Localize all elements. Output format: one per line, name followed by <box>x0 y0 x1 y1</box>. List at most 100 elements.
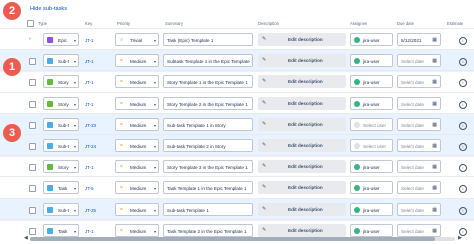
issue-type-select[interactable]: Story ▾ <box>43 160 79 174</box>
row-checkbox[interactable] <box>29 206 36 214</box>
summary-field[interactable]: Sub-task Template 2 in Story <box>163 139 253 152</box>
edit-description-button[interactable]: ✎ Edit description <box>258 54 346 68</box>
issue-key-link[interactable]: JT-23 <box>85 123 96 128</box>
issue-key-link[interactable]: JT-1 <box>85 38 94 43</box>
issue-type-select[interactable]: Sub-t ▾ <box>43 139 79 152</box>
issue-type-select[interactable]: Epic ▾ <box>43 33 79 46</box>
summary-field[interactable]: Story Template 3 in the Epic Template 1 <box>163 160 253 174</box>
edit-description-button[interactable]: ✎ Edit description <box>258 33 346 46</box>
issue-type-select[interactable]: Sub-t ▾ <box>43 54 79 68</box>
row-checkbox[interactable] <box>29 100 36 108</box>
info-icon[interactable]: i <box>459 164 467 173</box>
due-date-picker[interactable]: Select date ▦ <box>397 75 441 89</box>
edit-description-button[interactable]: ✎ Edit description <box>258 75 346 89</box>
column-description[interactable]: Description <box>258 21 279 26</box>
issue-key-link[interactable]: JT-1 <box>85 102 94 107</box>
column-assignee[interactable]: Assignee <box>350 21 367 26</box>
issue-type-select[interactable]: Task ▾ <box>43 223 79 237</box>
issue-key-link[interactable]: JT-25 <box>85 208 96 213</box>
issue-type-select[interactable]: Story ▾ <box>43 96 79 110</box>
row-checkbox[interactable] <box>29 121 36 129</box>
issue-type-select[interactable]: Sub-t ▾ <box>43 202 79 216</box>
due-date-picker[interactable]: Select date ▦ <box>397 223 441 237</box>
assignee-select[interactable]: jira-user <box>350 223 393 237</box>
scrollbar-thumb[interactable] <box>30 237 435 241</box>
summary-field[interactable]: Story Template 2 in the Epic Template 1 <box>163 96 253 110</box>
summary-field[interactable]: Sub-task Template 1 <box>163 202 253 216</box>
assignee-select[interactable]: jira-user <box>350 54 393 68</box>
assignee-select[interactable]: Select user <box>350 117 393 131</box>
priority-select[interactable]: = Medium ▾ <box>115 223 159 237</box>
column-type[interactable]: Type <box>38 21 47 26</box>
issue-type-select[interactable]: Sub-t ▾ <box>43 117 79 131</box>
edit-description-button[interactable]: ✎ Edit description <box>258 117 346 131</box>
priority-select[interactable]: = Medium ▾ <box>115 54 159 68</box>
summary-field[interactable]: Sub-task Template 1 in Story <box>163 117 253 131</box>
issue-key-link[interactable]: JT-5 <box>85 186 94 191</box>
priority-select[interactable]: = Medium ▾ <box>115 75 159 89</box>
priority-select[interactable]: = Medium ▾ <box>115 139 159 152</box>
row-checkbox[interactable] <box>29 227 36 235</box>
issue-key-link[interactable]: JT-1 <box>85 80 94 85</box>
issue-key-link[interactable]: JT-1 <box>85 59 94 64</box>
info-icon[interactable]: i <box>459 58 467 67</box>
column-summary[interactable]: Summary <box>165 21 183 26</box>
column-priority[interactable]: Priority <box>117 21 130 26</box>
column-key[interactable]: Key <box>85 21 92 26</box>
column-due-date[interactable]: Due date <box>397 21 414 26</box>
summary-field[interactable]: Task (Epic) Template 1 <box>163 33 253 46</box>
info-icon[interactable]: i <box>459 37 467 45</box>
issue-key-link[interactable]: JT-1 <box>85 229 94 234</box>
due-date-picker[interactable]: Select date ▦ <box>397 181 441 195</box>
hide-subtasks-link[interactable]: Hide sub-tasks <box>30 6 67 12</box>
edit-description-button[interactable]: ✎ Edit description <box>258 139 346 152</box>
info-icon[interactable]: i <box>459 206 467 215</box>
summary-field[interactable]: Subtask Template 1 in the Epic Template … <box>163 54 253 68</box>
issue-type-select[interactable]: Story ▾ <box>43 75 79 89</box>
info-icon[interactable]: i <box>459 79 467 88</box>
due-date-picker[interactable]: Select date ▦ <box>397 202 441 216</box>
collapse-chevron-icon[interactable]: › <box>29 36 31 42</box>
assignee-select[interactable]: jira-user <box>350 75 393 89</box>
issue-key-link[interactable]: JT-24 <box>85 144 96 149</box>
assignee-select[interactable]: jira-user <box>350 33 393 46</box>
scroll-right-arrow-icon[interactable]: ▶ <box>458 235 462 241</box>
due-date-picker[interactable]: Select date ▦ <box>397 117 441 131</box>
summary-field[interactable]: Task Template 1 in the Epic Template 1 <box>163 181 253 195</box>
assignee-select[interactable]: jira-user <box>350 96 393 110</box>
assignee-select[interactable]: Select user <box>350 139 393 152</box>
info-icon[interactable]: i <box>459 121 467 130</box>
issue-key-link[interactable]: JT-1 <box>85 165 94 170</box>
assignee-select[interactable]: jira-user <box>350 181 393 195</box>
horizontal-scrollbar[interactable] <box>30 237 455 241</box>
summary-field[interactable]: Task Template 2 in the Epic Template 1 <box>163 223 253 237</box>
due-date-picker[interactable]: Select date ▦ <box>397 160 441 174</box>
assignee-select[interactable]: jira-user <box>350 160 393 174</box>
info-icon[interactable]: i <box>459 185 467 194</box>
edit-description-button[interactable]: ✎ Edit description <box>258 96 346 110</box>
edit-description-button[interactable]: ✎ Edit description <box>258 202 346 216</box>
due-date-picker[interactable]: 5/12/2021 ▦ <box>397 33 441 46</box>
priority-select[interactable]: = Medium ▾ <box>115 117 159 131</box>
priority-select[interactable]: ○ Trivial ▾ <box>115 33 159 46</box>
assignee-select[interactable]: jira-user <box>350 202 393 216</box>
info-icon[interactable]: i <box>459 143 467 151</box>
edit-description-button[interactable]: ✎ Edit description <box>258 181 346 195</box>
priority-select[interactable]: = Medium ▾ <box>115 160 159 174</box>
due-date-picker[interactable]: Select date ▦ <box>397 96 441 110</box>
priority-select[interactable]: = Medium ▾ <box>115 96 159 110</box>
due-date-picker[interactable]: Select date ▦ <box>397 139 441 152</box>
edit-description-button[interactable]: ✎ Edit description <box>258 223 346 237</box>
issue-type-select[interactable]: Task ▾ <box>43 181 79 195</box>
row-checkbox[interactable] <box>29 58 36 66</box>
row-checkbox[interactable] <box>29 164 36 172</box>
summary-field[interactable]: Story Template 1 in the Epic Template 1 <box>163 75 253 89</box>
scroll-left-arrow-icon[interactable]: ◀ <box>24 235 28 241</box>
row-checkbox[interactable] <box>29 79 36 87</box>
info-icon[interactable]: i <box>459 100 467 109</box>
row-checkbox[interactable] <box>29 143 36 150</box>
edit-description-button[interactable]: ✎ Edit description <box>258 160 346 174</box>
select-all-checkbox[interactable] <box>27 20 34 27</box>
priority-select[interactable]: = Medium ▾ <box>115 181 159 195</box>
due-date-picker[interactable]: Select date ▦ <box>397 54 441 68</box>
